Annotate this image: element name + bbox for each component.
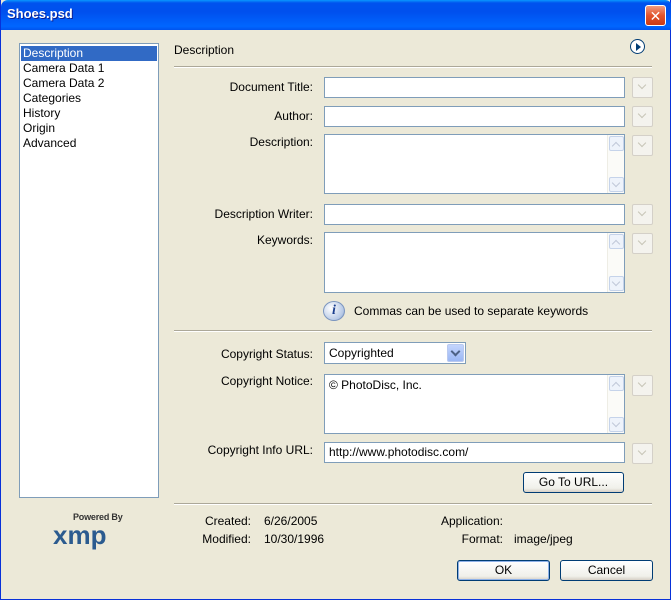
- copyright-status-label: Copyright Status:: [220, 347, 313, 361]
- category-item-history[interactable]: History: [21, 106, 157, 121]
- category-item-origin[interactable]: Origin: [21, 121, 157, 136]
- category-item-camera-data-1[interactable]: Camera Data 1: [21, 61, 157, 76]
- section-title: Description: [174, 43, 235, 57]
- scroll-up-icon[interactable]: [609, 376, 624, 391]
- document-title-field[interactable]: [324, 77, 625, 98]
- keywords-hint: Commas can be used to separate keywords: [354, 304, 589, 318]
- application-label: Application:: [440, 514, 503, 528]
- scrollbar[interactable]: [607, 135, 624, 193]
- scroll-up-icon[interactable]: [609, 136, 624, 151]
- modified-value: 10/30/1996: [264, 532, 325, 546]
- description-writer-label: Description Writer:: [214, 207, 313, 221]
- scrollbar[interactable]: [607, 375, 624, 433]
- xmp-logo: Powered By xmp: [51, 512, 131, 550]
- document-title-label: Document Title:: [229, 80, 313, 94]
- created-label: Created:: [204, 514, 251, 528]
- description-writer-field[interactable]: [324, 204, 625, 225]
- cancel-button[interactable]: Cancel: [560, 560, 653, 581]
- scrollbar[interactable]: [607, 233, 624, 292]
- author-label: Author:: [274, 109, 313, 123]
- close-icon: ✕: [649, 7, 662, 24]
- description-field[interactable]: [324, 134, 625, 194]
- ok-button[interactable]: OK: [457, 560, 550, 581]
- divider: [174, 503, 652, 505]
- category-item-advanced[interactable]: Advanced: [21, 136, 157, 151]
- chevron-down-icon[interactable]: [447, 344, 464, 362]
- category-item-description[interactable]: Description: [21, 46, 157, 61]
- modified-label: Modified:: [202, 532, 251, 546]
- flyout-menu-icon[interactable]: [630, 39, 645, 54]
- go-to-url-button[interactable]: Go To URL...: [523, 472, 624, 493]
- xmp-mark: xmp: [53, 520, 107, 550]
- category-item-categories[interactable]: Categories: [21, 91, 157, 106]
- author-field[interactable]: [324, 106, 625, 127]
- copyright-status-select[interactable]: Copyrighted: [324, 342, 466, 364]
- author-menu-button[interactable]: [632, 106, 653, 127]
- info-icon: i: [323, 301, 345, 321]
- copyright-notice-value: © PhotoDisc, Inc.: [329, 378, 422, 392]
- copyright-notice-menu-button[interactable]: [632, 375, 653, 396]
- title-bar[interactable]: Shoes.psd ✕: [1, 0, 671, 30]
- category-item-camera-data-2[interactable]: Camera Data 2: [21, 76, 157, 91]
- keywords-label: Keywords:: [256, 233, 313, 247]
- document-title-menu-button[interactable]: [632, 77, 653, 98]
- copyright-notice-field[interactable]: © PhotoDisc, Inc.: [324, 374, 625, 434]
- copyright-status-value: Copyrighted: [329, 346, 394, 360]
- keywords-field[interactable]: [324, 232, 625, 293]
- format-value: image/jpeg: [514, 532, 573, 546]
- description-menu-button[interactable]: [632, 135, 653, 156]
- file-info-dialog: Shoes.psd ✕ Description Camera Data 1 Ca…: [0, 0, 671, 600]
- copyright-notice-label: Copyright Notice:: [220, 374, 313, 388]
- divider: [174, 66, 652, 68]
- keywords-menu-button[interactable]: [632, 233, 653, 254]
- created-value: 6/26/2005: [264, 514, 318, 528]
- format-label: Format:: [461, 532, 503, 546]
- description-writer-menu-button[interactable]: [632, 204, 653, 225]
- divider: [174, 330, 652, 332]
- copyright-url-label: Copyright Info URL:: [207, 443, 313, 457]
- category-list[interactable]: Description Camera Data 1 Camera Data 2 …: [19, 43, 159, 498]
- description-label: Description:: [249, 135, 313, 149]
- window-title: Shoes.psd: [7, 6, 73, 21]
- close-button[interactable]: ✕: [645, 5, 666, 26]
- copyright-url-menu-button[interactable]: [632, 443, 653, 464]
- copyright-url-field[interactable]: http://www.photodisc.com/: [324, 442, 625, 463]
- scroll-down-icon[interactable]: [609, 417, 624, 432]
- scroll-down-icon[interactable]: [609, 177, 624, 192]
- scroll-down-icon[interactable]: [609, 276, 624, 291]
- scroll-up-icon[interactable]: [609, 234, 624, 249]
